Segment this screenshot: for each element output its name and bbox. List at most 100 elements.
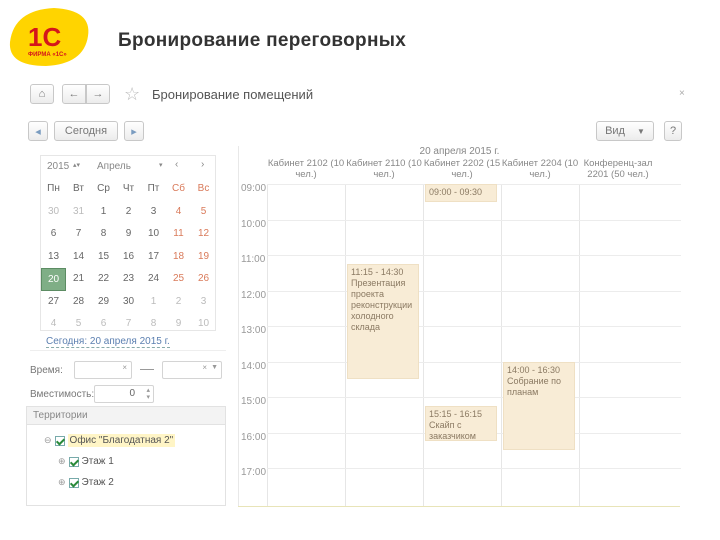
calendar-day[interactable]: 2 bbox=[166, 291, 191, 314]
hour-gridline bbox=[267, 290, 681, 292]
clear-icon[interactable]: × bbox=[202, 363, 207, 372]
calendar-day[interactable]: 20 bbox=[41, 268, 66, 291]
chevron-right-icon: ▸ bbox=[131, 125, 137, 138]
today-button[interactable]: Сегодня bbox=[54, 121, 118, 141]
room-column-header[interactable]: Кабинет 2102 (10 чел.) bbox=[267, 158, 345, 184]
calendar-day[interactable]: 8 bbox=[91, 223, 116, 246]
calendar-day[interactable]: 29 bbox=[91, 291, 116, 314]
view-dropdown-label: Вид bbox=[605, 125, 625, 137]
calendar-day[interactable]: 10 bbox=[191, 313, 216, 336]
column-divider bbox=[501, 184, 502, 506]
next-month-icon[interactable]: › bbox=[201, 159, 204, 170]
calendar-grid: Пн Вт Ср Чт Пт Сб Вс 30 31 1 2 3 4 5 6 7 8 9 10 11 12 13 14 15 1… bbox=[41, 178, 217, 336]
year-selector[interactable]: 2015 bbox=[47, 161, 69, 172]
time-slot-label: 11:00 bbox=[241, 254, 266, 265]
chevron-down-icon[interactable]: ▼ bbox=[211, 364, 218, 371]
range-dash bbox=[140, 369, 154, 370]
calendar-day[interactable]: 14 bbox=[66, 246, 91, 269]
calendar-day[interactable]: 3 bbox=[141, 201, 166, 224]
calendar-day[interactable]: 28 bbox=[66, 291, 91, 314]
calendar-day[interactable]: 21 bbox=[66, 268, 91, 291]
next-day-button[interactable]: ▸ bbox=[124, 121, 144, 141]
home-button[interactable]: ⌂ bbox=[30, 84, 54, 104]
checkbox-checked-icon[interactable] bbox=[68, 477, 79, 488]
today-button-label: Сегодня bbox=[64, 125, 108, 137]
calendar-day[interactable]: 7 bbox=[66, 223, 91, 246]
year-chevron-icon[interactable]: ▴▾ bbox=[73, 161, 80, 169]
calendar-day[interactable]: 15 bbox=[91, 246, 116, 269]
close-icon[interactable]: × bbox=[679, 88, 685, 99]
room-column-header[interactable]: Конференц-зал 2201 (50 чел.) bbox=[579, 158, 657, 184]
calendar-day[interactable]: 30 bbox=[116, 291, 141, 314]
prev-day-button[interactable]: ◂ bbox=[28, 121, 48, 141]
calendar-day[interactable]: 8 bbox=[141, 313, 166, 336]
calendar-day[interactable]: 30 bbox=[41, 201, 66, 224]
time-to-field[interactable]: × ▼ bbox=[162, 361, 222, 379]
calendar-day[interactable]: 7 bbox=[116, 313, 141, 336]
calendar-day[interactable]: 1 bbox=[141, 291, 166, 314]
calendar-day[interactable]: 26 bbox=[191, 268, 216, 291]
window-title: Бронирование помещений bbox=[152, 87, 314, 102]
time-slot-label: 17:00 bbox=[241, 467, 267, 478]
today-link[interactable]: Сегодня: 20 апреля 2015 г. bbox=[46, 336, 170, 348]
booking-event[interactable]: 09:00 - 09:30 bbox=[425, 184, 497, 202]
month-selector[interactable]: Апрель bbox=[97, 161, 131, 172]
calendar-day[interactable]: 1 bbox=[91, 201, 116, 224]
calendar-day[interactable]: 16 bbox=[116, 246, 141, 269]
calendar-day[interactable]: 27 bbox=[41, 291, 66, 314]
checkbox-checked-icon[interactable] bbox=[54, 435, 65, 446]
calendar-day[interactable]: 9 bbox=[166, 313, 191, 336]
booking-event[interactable]: 15:15 - 16:15 Скайп с заказчиком bbox=[425, 405, 497, 442]
calendar-day[interactable]: 17 bbox=[141, 246, 166, 269]
calendar-day[interactable]: 4 bbox=[166, 201, 191, 224]
expand-icon[interactable]: ⊕ bbox=[58, 477, 66, 488]
time-slot-label: 09:00 bbox=[241, 183, 267, 194]
tree-item-floor-2[interactable]: ⊕ Этаж 2 bbox=[58, 477, 114, 488]
calendar-day[interactable]: 9 bbox=[116, 223, 141, 246]
calendar-day[interactable]: 25 bbox=[166, 268, 191, 291]
tree-item-floor-1[interactable]: ⊕ Этаж 1 bbox=[58, 456, 114, 467]
room-column-header[interactable]: Кабинет 2204 (10 чел.) bbox=[501, 158, 579, 184]
calendar-day[interactable]: 12 bbox=[191, 223, 216, 246]
room-column-header[interactable]: Кабинет 2202 (15 чел.) bbox=[423, 158, 501, 184]
forward-button[interactable]: → bbox=[86, 84, 110, 104]
calendar-day[interactable]: 3 bbox=[191, 291, 216, 314]
calendar-day[interactable]: 5 bbox=[66, 313, 91, 336]
calendar-day[interactable]: 19 bbox=[191, 246, 216, 269]
checkbox-checked-icon[interactable] bbox=[68, 456, 79, 467]
weekday-label: Пт bbox=[147, 183, 160, 194]
prev-month-icon[interactable]: ‹ bbox=[175, 159, 178, 170]
calendar-day[interactable]: 6 bbox=[91, 313, 116, 336]
capacity-stepper[interactable]: 0 ▴ ▾ bbox=[94, 385, 154, 403]
calendar-day[interactable]: 22 bbox=[91, 268, 116, 291]
stepper-arrows-icon[interactable]: ▴ ▾ bbox=[146, 387, 150, 401]
calendar-day[interactable]: 31 bbox=[66, 201, 91, 224]
tree-item-label: Офис "Благодатная 2" bbox=[67, 434, 176, 447]
tree-item-office[interactable]: ⊖ Офис "Благодатная 2" bbox=[44, 434, 176, 447]
calendar-day[interactable]: 2 bbox=[116, 201, 141, 224]
expand-icon[interactable]: ⊕ bbox=[58, 456, 66, 467]
room-column-header[interactable]: Кабинет 2110 (10 чел.) bbox=[345, 158, 423, 184]
weekday-label: Сб bbox=[172, 183, 185, 194]
back-button[interactable]: ← bbox=[62, 84, 86, 104]
month-chevron-icon[interactable]: ▾ bbox=[159, 161, 163, 169]
time-from-field[interactable]: × bbox=[74, 361, 132, 379]
calendar-day[interactable]: 6 bbox=[41, 223, 66, 246]
calendar-day[interactable]: 10 bbox=[141, 223, 166, 246]
calendar-day[interactable]: 23 bbox=[116, 268, 141, 291]
hour-gridline bbox=[267, 361, 681, 363]
calendar-day[interactable]: 4 bbox=[41, 313, 66, 336]
calendar-day[interactable]: 11 bbox=[166, 223, 191, 246]
calendar-day[interactable]: 24 bbox=[141, 268, 166, 291]
booking-event[interactable]: 14:00 - 16:30 Собрание по планам bbox=[503, 361, 575, 451]
view-dropdown[interactable]: Вид ▼ bbox=[596, 121, 654, 141]
calendar-day[interactable]: 18 bbox=[166, 246, 191, 269]
clear-icon[interactable]: × bbox=[122, 363, 127, 372]
calendar-day[interactable]: 13 bbox=[41, 246, 66, 269]
calendar-day[interactable]: 5 bbox=[191, 201, 216, 224]
booking-event[interactable]: 11:15 - 14:30 Презентация проекта реконс… bbox=[347, 263, 419, 380]
help-button[interactable]: ? bbox=[664, 121, 682, 141]
hour-gridline bbox=[267, 219, 681, 221]
favorite-star-icon[interactable]: ☆ bbox=[124, 84, 140, 105]
collapse-icon[interactable]: ⊖ bbox=[44, 435, 52, 446]
